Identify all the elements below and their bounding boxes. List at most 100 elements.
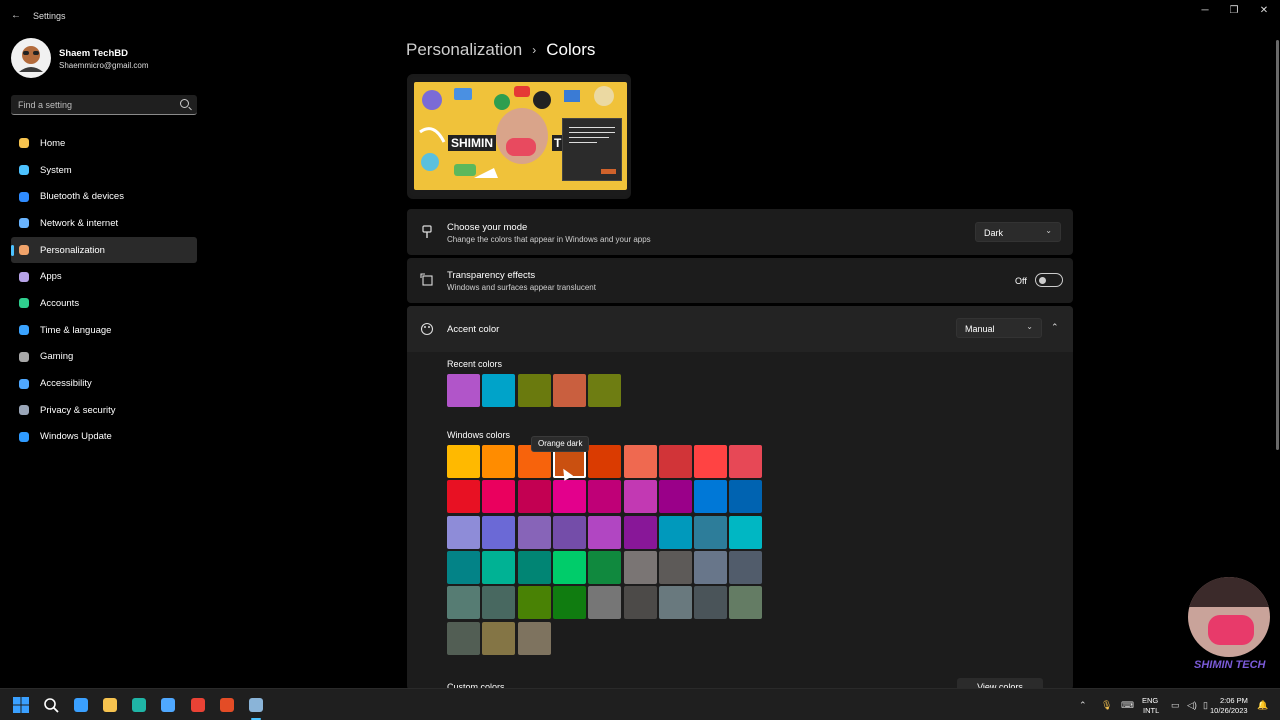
mode-dropdown-value: Dark (984, 228, 1004, 238)
breadcrumb-parent[interactable]: Personalization (406, 40, 522, 60)
windows-color-swatch[interactable] (623, 445, 657, 478)
chevron-up-icon[interactable]: ⌃ (1079, 700, 1087, 711)
edge-icon[interactable] (131, 697, 147, 713)
user-email: Shaemmicro@gmail.com (59, 61, 149, 70)
battery-icon[interactable]: ▯ (1203, 700, 1208, 711)
recent-color-swatch[interactable] (517, 374, 551, 407)
recent-color-swatch[interactable] (588, 374, 622, 407)
windows-color-swatch[interactable] (482, 586, 516, 620)
preview-window (562, 118, 622, 181)
back-arrow-icon[interactable]: ← (8, 8, 24, 24)
chevron-up-icon[interactable]: ⌃ (1051, 322, 1059, 333)
windows-color-swatch[interactable] (447, 480, 480, 514)
bell-icon[interactable]: 🔔 (1257, 700, 1268, 711)
windows-color-swatch[interactable] (658, 586, 692, 620)
windows-color-swatch[interactable] (552, 550, 586, 584)
windows-color-swatch[interactable] (588, 515, 622, 549)
windows-color-swatch[interactable] (623, 515, 657, 549)
sidebar-item-privacy-security[interactable]: Privacy & security (11, 397, 197, 424)
avatar[interactable] (11, 38, 51, 78)
windows-color-swatch[interactable] (517, 480, 551, 514)
search-input[interactable]: Find a setting (11, 95, 197, 115)
windows-color-swatch[interactable] (482, 621, 516, 655)
windows-color-swatch[interactable] (517, 515, 551, 549)
search-icon[interactable] (43, 697, 59, 713)
network-icon[interactable]: ▭ (1171, 700, 1180, 711)
windows-color-swatch[interactable] (729, 445, 763, 478)
windows-color-swatch[interactable] (658, 515, 692, 549)
scrollbar[interactable] (1276, 40, 1279, 450)
windows-color-swatch[interactable] (729, 586, 763, 620)
windows-color-swatch[interactable] (658, 550, 692, 584)
volume-icon[interactable]: ◁) (1187, 700, 1197, 711)
windows-color-swatch[interactable] (552, 515, 586, 549)
sidebar-item-home[interactable]: Home (11, 130, 197, 157)
language-bottom[interactable]: INTL (1143, 706, 1159, 715)
sidebar-item-windows-update[interactable]: Windows Update (11, 424, 197, 451)
store-icon[interactable] (160, 697, 176, 713)
settings-gear-icon[interactable] (248, 697, 264, 713)
recent-color-swatch[interactable] (447, 374, 480, 407)
sidebar-item-accessibility[interactable]: Accessibility (11, 370, 197, 397)
sidebar-item-personalization[interactable]: Personalization (11, 236, 197, 264)
recent-color-swatch[interactable] (552, 374, 586, 407)
mode-dropdown[interactable]: Dark ⌄ (975, 222, 1061, 242)
sidebar-item-network-internet[interactable]: Network & internet (11, 210, 197, 237)
clock-time[interactable]: 2:06 PM (1220, 696, 1248, 705)
windows-color-swatch[interactable] (447, 621, 480, 655)
windows-color-swatch[interactable] (729, 550, 763, 584)
windows-color-swatch[interactable] (447, 586, 480, 620)
windows-color-swatch[interactable] (447, 550, 480, 584)
accent-dropdown[interactable]: Manual ⌄ (956, 318, 1042, 338)
windows-color-swatch[interactable] (552, 480, 586, 514)
sidebar-item-bluetooth-devices[interactable]: Bluetooth & devices (11, 183, 197, 210)
windows-color-swatch[interactable] (482, 550, 516, 584)
windows-color-swatch[interactable] (694, 550, 728, 584)
windows-color-swatch[interactable] (588, 445, 622, 478)
windows-color-swatch[interactable] (517, 586, 551, 620)
close-icon[interactable]: ✕ (1253, 4, 1275, 18)
windows-color-swatch[interactable] (588, 550, 622, 584)
windows-color-swatch[interactable] (729, 480, 763, 514)
windows-color-swatch[interactable] (694, 480, 728, 514)
windows-color-swatch[interactable] (552, 586, 586, 620)
windows-color-swatch[interactable] (588, 480, 622, 514)
transparency-toggle[interactable] (1035, 273, 1063, 287)
windows-start-icon[interactable] (13, 697, 29, 713)
sidebar-nav: Home System Bluetooth & devices Network & i… (11, 130, 197, 450)
windows-color-swatch[interactable] (517, 550, 551, 584)
file-explorer-icon[interactable] (102, 697, 118, 713)
windows-color-swatch[interactable] (447, 515, 480, 549)
windows-color-swatch[interactable] (658, 480, 692, 514)
restore-icon[interactable]: ❐ (1223, 4, 1245, 18)
microphone-icon[interactable]: 🎙 (1101, 700, 1112, 711)
chrome-icon[interactable] (190, 697, 206, 713)
sidebar-item-time-language[interactable]: Time & language (11, 317, 197, 344)
windows-color-swatch[interactable] (694, 445, 728, 478)
windows-color-swatch[interactable] (482, 515, 516, 549)
minimize-icon[interactable]: ─ (1194, 4, 1216, 18)
transparency-card: Transparency effects Windows and surface… (407, 258, 1073, 303)
windows-color-swatch[interactable] (623, 586, 657, 620)
sidebar-item-gaming[interactable]: Gaming (11, 344, 197, 371)
recent-color-swatch[interactable] (482, 374, 516, 407)
windows-color-swatch[interactable] (588, 586, 622, 620)
widgets-icon[interactable] (73, 697, 89, 713)
language-top[interactable]: ENG (1142, 696, 1158, 705)
windows-color-swatch[interactable] (482, 480, 516, 514)
sidebar-item-apps[interactable]: Apps (11, 263, 197, 290)
sidebar-item-accounts[interactable]: Accounts (11, 290, 197, 317)
windows-color-swatch[interactable] (658, 445, 692, 478)
keyboard-icon[interactable]: ⌨ (1121, 700, 1134, 711)
clock-date[interactable]: 10/26/2023 (1210, 706, 1248, 715)
windows-color-swatch[interactable] (694, 515, 728, 549)
app-icon[interactable] (219, 697, 235, 713)
windows-color-swatch[interactable] (623, 480, 657, 514)
sidebar-item-system[interactable]: System (11, 157, 197, 184)
windows-color-swatch[interactable] (694, 586, 728, 620)
windows-color-swatch[interactable] (729, 515, 763, 549)
windows-color-swatch[interactable] (623, 550, 657, 584)
windows-color-swatch[interactable] (447, 445, 480, 478)
windows-color-swatch[interactable] (517, 621, 551, 655)
windows-color-swatch[interactable] (482, 445, 516, 478)
